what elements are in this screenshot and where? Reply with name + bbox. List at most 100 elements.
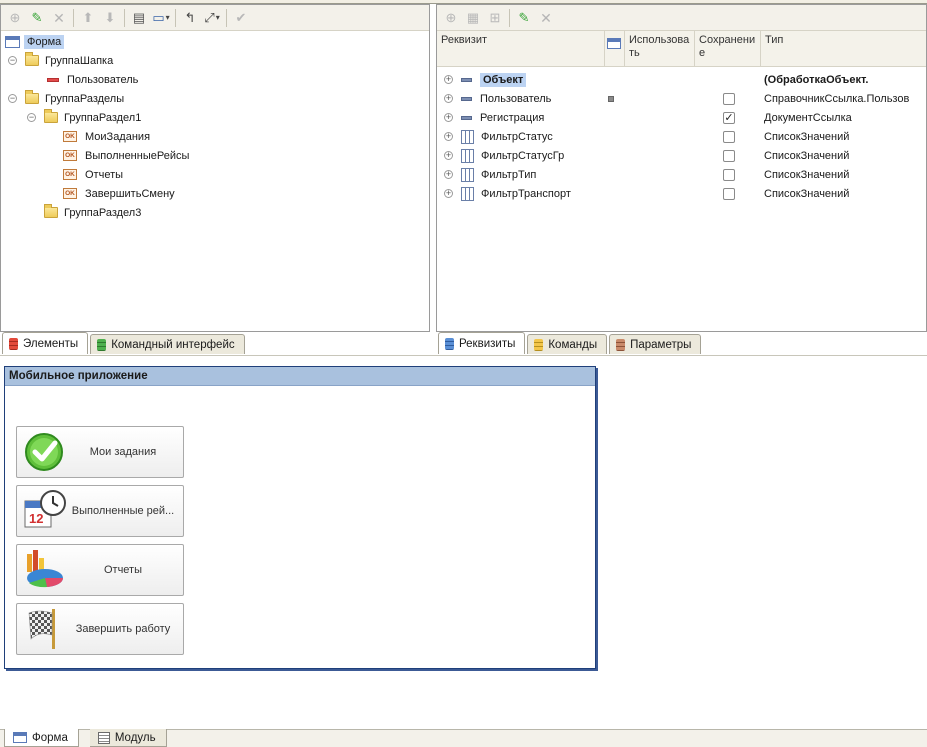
tree-item-end-shift[interactable]: OK ЗавершитьСмену: [63, 184, 175, 203]
toolbar-separator: [226, 8, 227, 27]
expand-icon[interactable]: +: [444, 189, 453, 198]
tree-item-group-header[interactable]: − ГруппаШапка: [8, 51, 113, 70]
delete-icon[interactable]: ✕: [535, 7, 557, 29]
attribute-name: Пользователь: [480, 92, 552, 105]
expand-icon[interactable]: +: [444, 170, 453, 179]
calendar-clock-icon: 12: [17, 487, 69, 535]
attribute-name: ФильтрСтатус: [481, 130, 553, 143]
column-header-save[interactable]: Сохранени е: [695, 31, 761, 67]
save-checkbox[interactable]: [723, 168, 735, 181]
resize-icon[interactable]: ⤢: [201, 7, 223, 29]
collapse-icon[interactable]: −: [8, 94, 17, 103]
column-header-view[interactable]: [605, 31, 625, 67]
tab-label: Параметры: [630, 338, 692, 351]
table-row[interactable]: + Пользователь СправочникСсылка.Пользов: [437, 89, 926, 108]
elements-pane: ⊕ ✎ ✕ ⬆ ⬇ ▤ ▭ ↰ ⤢ ✔ Форма − ГруппаШапка …: [0, 4, 430, 332]
tab-form[interactable]: Форма: [4, 729, 79, 747]
tree-item-group-section1[interactable]: − ГруппаРаздел1: [27, 108, 141, 127]
add-icon[interactable]: ⊕: [4, 7, 26, 29]
tree-item-completed-trips[interactable]: OK ВыполненныеРейсы: [63, 146, 189, 165]
table-row[interactable]: + ФильтрСтатусГр СписокЗначений: [437, 146, 926, 165]
tree-item-group-sections[interactable]: − ГруппаРазделы: [8, 89, 124, 108]
finish-flag-icon: [17, 605, 69, 653]
collapse-icon[interactable]: −: [27, 113, 36, 122]
toolbar-separator: [175, 8, 176, 27]
tab-parameters[interactable]: Параметры: [609, 334, 702, 354]
attribute-name: Регистрация: [480, 111, 545, 124]
elements-tabbar: Элементы Командный интерфейс: [2, 332, 245, 354]
column-header-attribute[interactable]: Реквизит: [437, 31, 605, 67]
finish-work-button[interactable]: Завершить работу: [16, 603, 184, 655]
table-row[interactable]: + ФильтрСтатус СписокЗначений: [437, 127, 926, 146]
attribute-name: ФильтрТип: [481, 168, 537, 181]
elements-toolbar: ⊕ ✎ ✕ ⬆ ⬇ ▤ ▭ ↰ ⤢ ✔: [1, 5, 429, 31]
attributes-grid-body: + Объект (ОбработкаОбъект. + Пользователь …: [437, 67, 926, 327]
folder-icon: [25, 52, 39, 66]
save-checkbox[interactable]: ✓: [723, 111, 735, 124]
form-view-icon[interactable]: ▭: [150, 7, 172, 29]
expand-icon[interactable]: +: [444, 75, 453, 84]
tab-command-interface[interactable]: Командный интерфейс: [90, 334, 245, 354]
table-row[interactable]: + ФильтрТип СписокЗначений: [437, 165, 926, 184]
completed-trips-button[interactable]: 12 Выполненные рей...: [16, 485, 184, 537]
table-icon: [461, 148, 474, 163]
add-table-icon[interactable]: ▦: [462, 7, 484, 29]
table-row[interactable]: + Регистрация ✓ ДокументСсылка: [437, 108, 926, 127]
elements-tree: Форма − ГруппаШапка Пользователь − Групп…: [1, 31, 429, 331]
table-icon: [461, 129, 474, 144]
delete-icon[interactable]: ✕: [48, 7, 70, 29]
field-icon: [47, 77, 59, 82]
save-checkbox[interactable]: [723, 187, 735, 200]
splitter[interactable]: [0, 355, 927, 356]
save-checkbox[interactable]: [723, 92, 735, 105]
toolbar-separator: [124, 8, 125, 27]
save-checkbox[interactable]: [723, 149, 735, 162]
attribute-type: СправочникСсылка.Пользов: [764, 92, 910, 105]
tree-item-user[interactable]: Пользователь: [47, 70, 138, 89]
check-icon[interactable]: ✔: [230, 7, 252, 29]
expand-icon[interactable]: +: [444, 113, 453, 122]
expand-icon[interactable]: +: [444, 94, 453, 103]
move-down-icon[interactable]: ⬇: [99, 7, 121, 29]
tree-item-form[interactable]: Форма: [5, 32, 65, 51]
table-row[interactable]: + Объект (ОбработкаОбъект.: [437, 70, 926, 89]
tab-elements[interactable]: Элементы: [2, 332, 89, 354]
button-ok-icon: OK: [63, 188, 77, 199]
collapse-icon[interactable]: −: [8, 56, 17, 65]
commands-icon: [534, 338, 544, 351]
edit-pencil-icon[interactable]: ✎: [26, 7, 48, 29]
button-ok-icon: OK: [63, 169, 77, 180]
attribute-type: (ОбработкаОбъект.: [764, 73, 869, 86]
save-checkbox[interactable]: [723, 130, 735, 143]
column-header-type[interactable]: Тип: [761, 31, 926, 67]
tab-module[interactable]: Модуль: [89, 729, 167, 747]
column-header-use[interactable]: Использова ть: [625, 31, 695, 67]
attribute-type: СписокЗначений: [764, 187, 850, 200]
move-up-icon[interactable]: ⬆: [77, 7, 99, 29]
reports-button[interactable]: Отчеты: [16, 544, 184, 596]
expand-icon[interactable]: +: [444, 132, 453, 141]
attribute-name: Объект: [480, 72, 527, 87]
add-attribute-icon[interactable]: ⊕: [440, 7, 462, 29]
tab-attributes[interactable]: Реквизиты: [438, 332, 526, 354]
tab-commands[interactable]: Команды: [527, 334, 608, 354]
attributes-icon: [445, 337, 454, 350]
attribute-name: ФильтрТранспорт: [481, 187, 571, 200]
tree-item-my-tasks[interactable]: OK МоиЗадания: [63, 127, 150, 146]
tab-label: Форма: [32, 731, 68, 744]
form-icon: [607, 38, 621, 49]
button-ok-icon: OK: [63, 150, 77, 161]
edit-pencil-icon[interactable]: ✎: [513, 7, 535, 29]
command-interface-icon: [97, 338, 107, 351]
tree-item-group-section3[interactable]: ГруппаРаздел3: [44, 203, 141, 222]
form-icon: [13, 732, 27, 743]
properties-icon[interactable]: ▤: [128, 7, 150, 29]
attributes-grid-header: Реквизит Использова ть Сохранени е Тип: [437, 31, 926, 67]
attribute-type: ДокументСсылка: [764, 111, 852, 124]
expand-icon[interactable]: +: [444, 151, 453, 160]
add-column-icon[interactable]: ⊞: [484, 7, 506, 29]
table-row[interactable]: + ФильтрТранспорт СписокЗначений: [437, 184, 926, 203]
arrow-route-icon[interactable]: ↰: [179, 7, 201, 29]
tree-item-reports[interactable]: OK Отчеты: [63, 165, 123, 184]
my-tasks-button[interactable]: Мои задания: [16, 426, 184, 478]
